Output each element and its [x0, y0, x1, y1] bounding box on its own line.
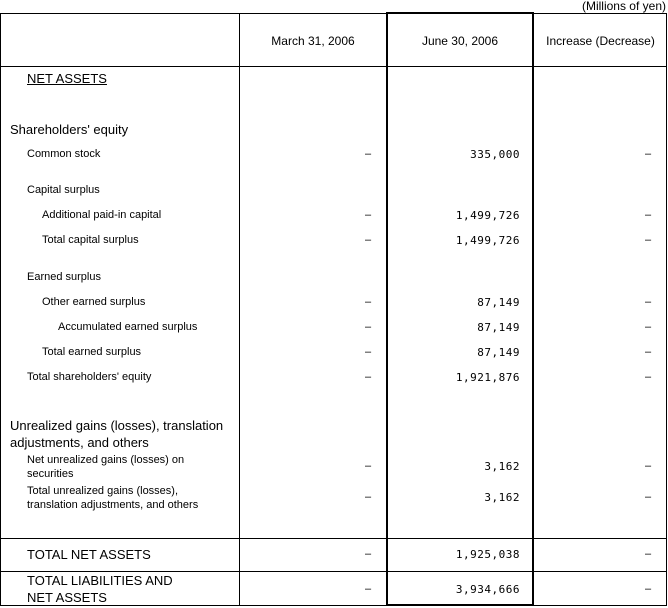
value-march-total-liabilities-net-assets: –	[365, 583, 372, 595]
value-june-total-liabilities-net-assets: 3,934,666	[455, 583, 520, 596]
value-june-net-unrealized: 3,162	[484, 460, 520, 473]
value-march-net-unrealized: –	[365, 460, 372, 472]
row-capital-surplus-label: Capital surplus	[27, 184, 100, 196]
value-march-total-unrealized: –	[365, 491, 372, 503]
value-june-total-net-assets: 1,925,038	[455, 548, 520, 561]
header-increase-decrease: Increase (Decrease)	[546, 33, 655, 48]
value-change-total-shareholders-equity: –	[645, 371, 652, 383]
value-june-accumulated-earned-surplus: 87,149	[477, 321, 520, 334]
value-march-total-capital-surplus: –	[365, 234, 372, 246]
unit-note: (Millions of yen)	[581, 0, 666, 13]
header-june-2006: June 30, 2006	[421, 33, 499, 48]
value-change-accumulated-earned-surplus: –	[645, 321, 652, 333]
section-unrealized-line2: adjustments, and others	[10, 435, 149, 450]
header-march-2006: March 31, 2006	[271, 33, 355, 48]
value-change-total-earned-surplus: –	[645, 346, 652, 358]
value-change-additional-paid-in: –	[645, 209, 652, 221]
row-total-earned-surplus-label: Total earned surplus	[42, 346, 142, 358]
value-march-additional-paid-in: –	[365, 209, 372, 221]
value-change-total-capital-surplus: –	[645, 234, 652, 246]
row-additional-paid-in-label: Additional paid-in capital	[42, 209, 162, 221]
row-total-net-assets-label: TOTAL NET ASSETS	[27, 547, 151, 562]
value-change-total-liabilities-net-assets: –	[645, 583, 652, 595]
value-march-accumulated-earned-surplus: –	[365, 321, 372, 333]
row-total-capital-surplus-label: Total capital surplus	[42, 234, 139, 246]
row-net-unrealized-label-line1: Net unrealized gains (losses) on	[27, 454, 185, 466]
value-march-total-shareholders-equity: –	[365, 371, 372, 383]
value-change-total-unrealized: –	[645, 491, 652, 503]
section-net-assets: NET ASSETS	[27, 71, 107, 86]
row-total-unrealized-label-line1: Total unrealized gains (losses),	[27, 485, 179, 497]
value-change-total-net-assets: –	[645, 548, 652, 560]
row-total-shareholders-equity-label: Total shareholders' equity	[27, 371, 152, 383]
row-other-earned-surplus-label: Other earned surplus	[42, 296, 146, 308]
value-change-other-earned-surplus: –	[645, 296, 652, 308]
row-total-liabilities-label-line2: NET ASSETS	[27, 590, 107, 605]
balance-sheet-table: March 31, 2006 June 30, 2006 Increase (D…	[0, 12, 667, 606]
column-divider	[533, 14, 534, 605]
current-period-highlight	[386, 12, 534, 606]
section-shareholders-equity: Shareholders' equity	[10, 122, 129, 137]
value-march-common-stock: –	[365, 148, 372, 160]
row-common-stock-label: Common stock	[27, 148, 101, 160]
value-june-common-stock: 335,000	[470, 148, 520, 161]
value-change-net-unrealized: –	[645, 460, 652, 472]
value-march-total-net-assets: –	[365, 548, 372, 560]
value-june-total-earned-surplus: 87,149	[477, 346, 520, 359]
row-total-liabilities-label-line1: TOTAL LIABILITIES AND	[27, 573, 173, 588]
header-label-column	[1, 14, 239, 67]
value-june-total-unrealized: 3,162	[484, 491, 520, 504]
column-divider	[386, 14, 387, 605]
value-march-other-earned-surplus: –	[365, 296, 372, 308]
section-net-assets-label: NET ASSETS	[27, 71, 107, 86]
row-accumulated-earned-surplus-label: Accumulated earned surplus	[58, 321, 198, 333]
section-unrealized-line1: Unrealized gains (losses), translation	[10, 418, 224, 433]
row-earned-surplus-label: Earned surplus	[27, 271, 101, 283]
value-june-other-earned-surplus: 87,149	[477, 296, 520, 309]
row-divider	[1, 571, 666, 572]
value-june-additional-paid-in: 1,499,726	[455, 209, 520, 222]
value-june-total-capital-surplus: 1,499,726	[455, 234, 520, 247]
column-divider	[239, 14, 240, 605]
row-divider	[1, 538, 666, 539]
value-june-total-shareholders-equity: 1,921,876	[455, 371, 520, 384]
value-change-common-stock: –	[645, 148, 652, 160]
row-total-unrealized-label-line2: translation adjustments, and others	[27, 499, 199, 511]
value-march-total-earned-surplus: –	[365, 346, 372, 358]
row-net-unrealized-label-line2: securities	[27, 468, 74, 480]
